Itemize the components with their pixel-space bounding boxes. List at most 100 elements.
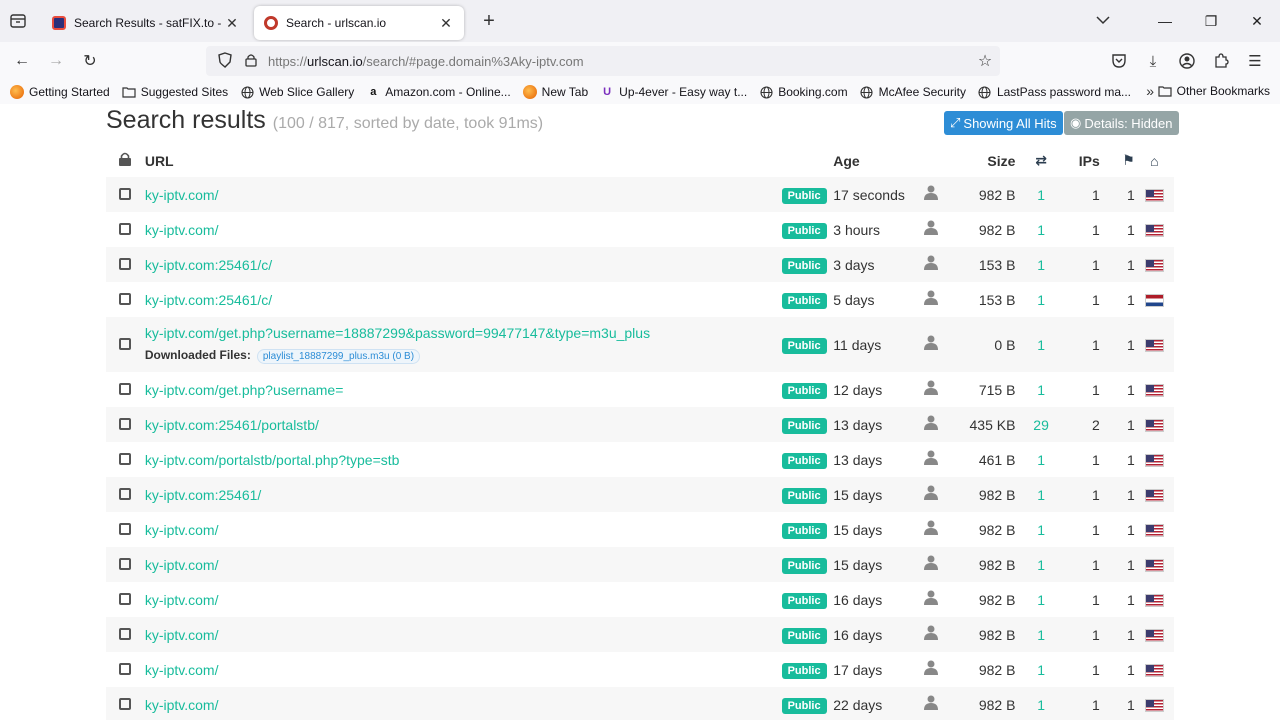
bookmark-booking[interactable]: Booking.com (759, 85, 848, 99)
result-url-link[interactable]: ky-iptv.com/ (145, 697, 219, 713)
requests-count-link[interactable]: 1 (1025, 652, 1056, 687)
requests-count-link[interactable]: 1 (1025, 477, 1057, 512)
back-arrow-icon[interactable]: ← (5, 44, 39, 78)
result-url-link[interactable]: ky-iptv.com/ (145, 187, 219, 203)
row-checkbox[interactable] (119, 337, 132, 350)
row-checkbox[interactable] (119, 452, 132, 465)
new-tab-plus-icon[interactable]: + (472, 4, 506, 38)
forward-arrow-icon[interactable]: → (39, 44, 73, 78)
downloads-icon[interactable]: ⤓ (1136, 44, 1170, 78)
address-bar[interactable]: https://urlscan.io/search/#page.domain%3… (206, 46, 1000, 76)
showing-all-hits-button[interactable]: ⤢ Showing All Hits (944, 111, 1063, 135)
result-url-link[interactable]: ky-iptv.com/ (145, 222, 219, 238)
ips-column-header[interactable]: IPs (1057, 144, 1100, 177)
row-checkbox[interactable] (119, 592, 132, 605)
result-url-link[interactable]: ky-iptv.com:25461/c/ (145, 257, 272, 273)
table-row[interactable]: ky-iptv.com:25461/c/Public 5 days 153 B 1 1 1 (106, 282, 1174, 317)
tab-satfix[interactable]: Search Results - satFIX.to - FTA ✕ (42, 6, 250, 40)
row-checkbox[interactable] (119, 382, 132, 395)
table-row[interactable]: ky-iptv.com/get.php?username= Public 12 da… (106, 372, 1174, 407)
requests-count-link[interactable]: 29 (1025, 407, 1057, 442)
requests-count-link[interactable]: 1 (1025, 372, 1056, 407)
requests-count-link[interactable]: 1 (1025, 282, 1056, 317)
shield-icon[interactable] (210, 51, 240, 71)
table-row[interactable]: ky-iptv.com/Public 16 days 982 B111 (106, 617, 1174, 652)
table-row[interactable]: ky-iptv.com/Public 22 days 982 B111 (106, 687, 1174, 720)
extensions-icon[interactable] (1204, 44, 1238, 78)
age-column-header[interactable]: Age (833, 144, 916, 177)
details-hidden-button[interactable]: ◉ Details: Hidden (1064, 111, 1179, 135)
bookmarks-overflow-icon[interactable]: » (1146, 83, 1154, 99)
table-row[interactable]: ky-iptv.com/portalstb/portal.php?type=st… (106, 442, 1174, 477)
result-url-link[interactable]: ky-iptv.com/ (145, 592, 219, 608)
requests-count-link[interactable]: 1 (1025, 212, 1056, 247)
table-row[interactable]: ky-iptv.com:25461/portalstb/Public 13 day… (106, 407, 1174, 442)
result-url-link[interactable]: ky-iptv.com:25461/ (145, 487, 261, 503)
minimize-icon[interactable]: — (1142, 0, 1188, 42)
row-checkbox[interactable] (119, 257, 132, 270)
table-row[interactable]: ky-iptv.com/Public 17 seconds 982 B111 (106, 177, 1174, 212)
row-checkbox[interactable] (119, 557, 132, 570)
menu-hamburger-icon[interactable]: ☰ (1238, 44, 1272, 78)
requests-count-link[interactable]: 1 (1025, 442, 1056, 477)
row-checkbox[interactable] (119, 627, 132, 640)
requests-count-link[interactable]: 1 (1025, 547, 1057, 582)
list-all-tabs-icon[interactable] (0, 0, 36, 42)
bookmark-suggested-sites[interactable]: Suggested Sites (122, 85, 228, 99)
requests-count-link[interactable]: 1 (1025, 687, 1057, 720)
table-row[interactable]: ky-iptv.com/Public 15 days 982 B111 (106, 547, 1174, 582)
requests-count-link[interactable]: 1 (1025, 247, 1057, 282)
row-checkbox[interactable] (119, 292, 132, 305)
bookmark-mcafee[interactable]: McAfee Security (860, 85, 966, 99)
result-url-link[interactable]: ky-iptv.com/ (145, 627, 219, 643)
result-url-link[interactable]: ky-iptv.com/get.php?username= (145, 382, 344, 398)
table-row[interactable]: ky-iptv.com/Public 3 hours 982 B 1 1 1 (106, 212, 1174, 247)
row-checkbox[interactable] (119, 417, 132, 430)
result-url-link[interactable]: ky-iptv.com/get.php?username=18887299&pa… (145, 325, 650, 341)
size-column-header[interactable]: Size (945, 144, 1025, 177)
close-tab-icon[interactable]: ✕ (224, 15, 240, 32)
table-row[interactable]: ky-iptv.com:25461/c/Public 3 days 153 B111 (106, 247, 1174, 282)
url-column-header[interactable]: URL (145, 144, 782, 177)
reload-icon[interactable]: ↻ (73, 44, 107, 78)
row-checkbox[interactable] (119, 487, 132, 500)
table-row[interactable]: ky-iptv.com/Public 16 days 982 B111 (106, 582, 1174, 617)
table-row[interactable]: ky-iptv.com/get.php?username=18887299&pa… (106, 317, 1174, 372)
account-icon[interactable] (1170, 44, 1204, 78)
bookmark-getting-started[interactable]: Getting Started (10, 85, 110, 99)
result-url-link[interactable]: ky-iptv.com/ (145, 662, 219, 678)
requests-count-link[interactable]: 1 (1025, 317, 1057, 372)
bookmark-lastpass[interactable]: LastPass password ma... (978, 85, 1131, 99)
tab-urlscan[interactable]: Search - urlscan.io ✕ (254, 6, 464, 40)
table-row[interactable]: ky-iptv.com/Public 15 days 982 B111 (106, 512, 1174, 547)
bookmark-new-tab[interactable]: New Tab (522, 85, 588, 99)
other-bookmarks[interactable]: Other Bookmarks (1158, 84, 1270, 98)
requests-count-link[interactable]: 1 (1025, 177, 1057, 212)
result-url-link[interactable]: ky-iptv.com/ (145, 522, 219, 538)
restore-icon[interactable]: ❐ (1188, 0, 1234, 42)
window-close-icon[interactable]: ✕ (1234, 0, 1280, 42)
result-url-link[interactable]: ky-iptv.com/ (145, 557, 219, 573)
row-checkbox[interactable] (119, 522, 132, 535)
downloaded-file-link[interactable]: playlist_18887299_plus.m3u (0 B) (256, 349, 421, 364)
row-checkbox[interactable] (119, 222, 132, 235)
url-text[interactable]: https://urlscan.io/search/#page.domain%3… (268, 54, 970, 69)
result-url-link[interactable]: ky-iptv.com:25461/portalstb/ (145, 417, 319, 433)
chevron-down-icon[interactable] (1096, 12, 1110, 28)
requests-count-link[interactable]: 1 (1025, 617, 1057, 652)
lock-icon[interactable] (240, 53, 262, 70)
bookmark-web-slice-gallery[interactable]: Web Slice Gallery (240, 85, 354, 99)
row-checkbox[interactable] (119, 662, 132, 675)
requests-count-link[interactable]: 1 (1025, 512, 1056, 547)
table-row[interactable]: ky-iptv.com:25461/Public 15 days 982 B111 (106, 477, 1174, 512)
bookmark-up4ever[interactable]: U Up-4ever - Easy way t... (600, 85, 747, 99)
bookmark-amazon[interactable]: a Amazon.com - Online... (366, 85, 510, 99)
bookmark-star-icon[interactable]: ☆ (970, 51, 1000, 71)
requests-count-link[interactable]: 1 (1025, 582, 1056, 617)
row-checkbox[interactable] (119, 187, 132, 200)
result-url-link[interactable]: ky-iptv.com/portalstb/portal.php?type=st… (145, 452, 400, 468)
pocket-icon[interactable] (1102, 44, 1136, 78)
close-tab-icon[interactable]: ✕ (438, 15, 454, 32)
result-url-link[interactable]: ky-iptv.com:25461/c/ (145, 292, 272, 308)
row-checkbox[interactable] (119, 697, 132, 710)
